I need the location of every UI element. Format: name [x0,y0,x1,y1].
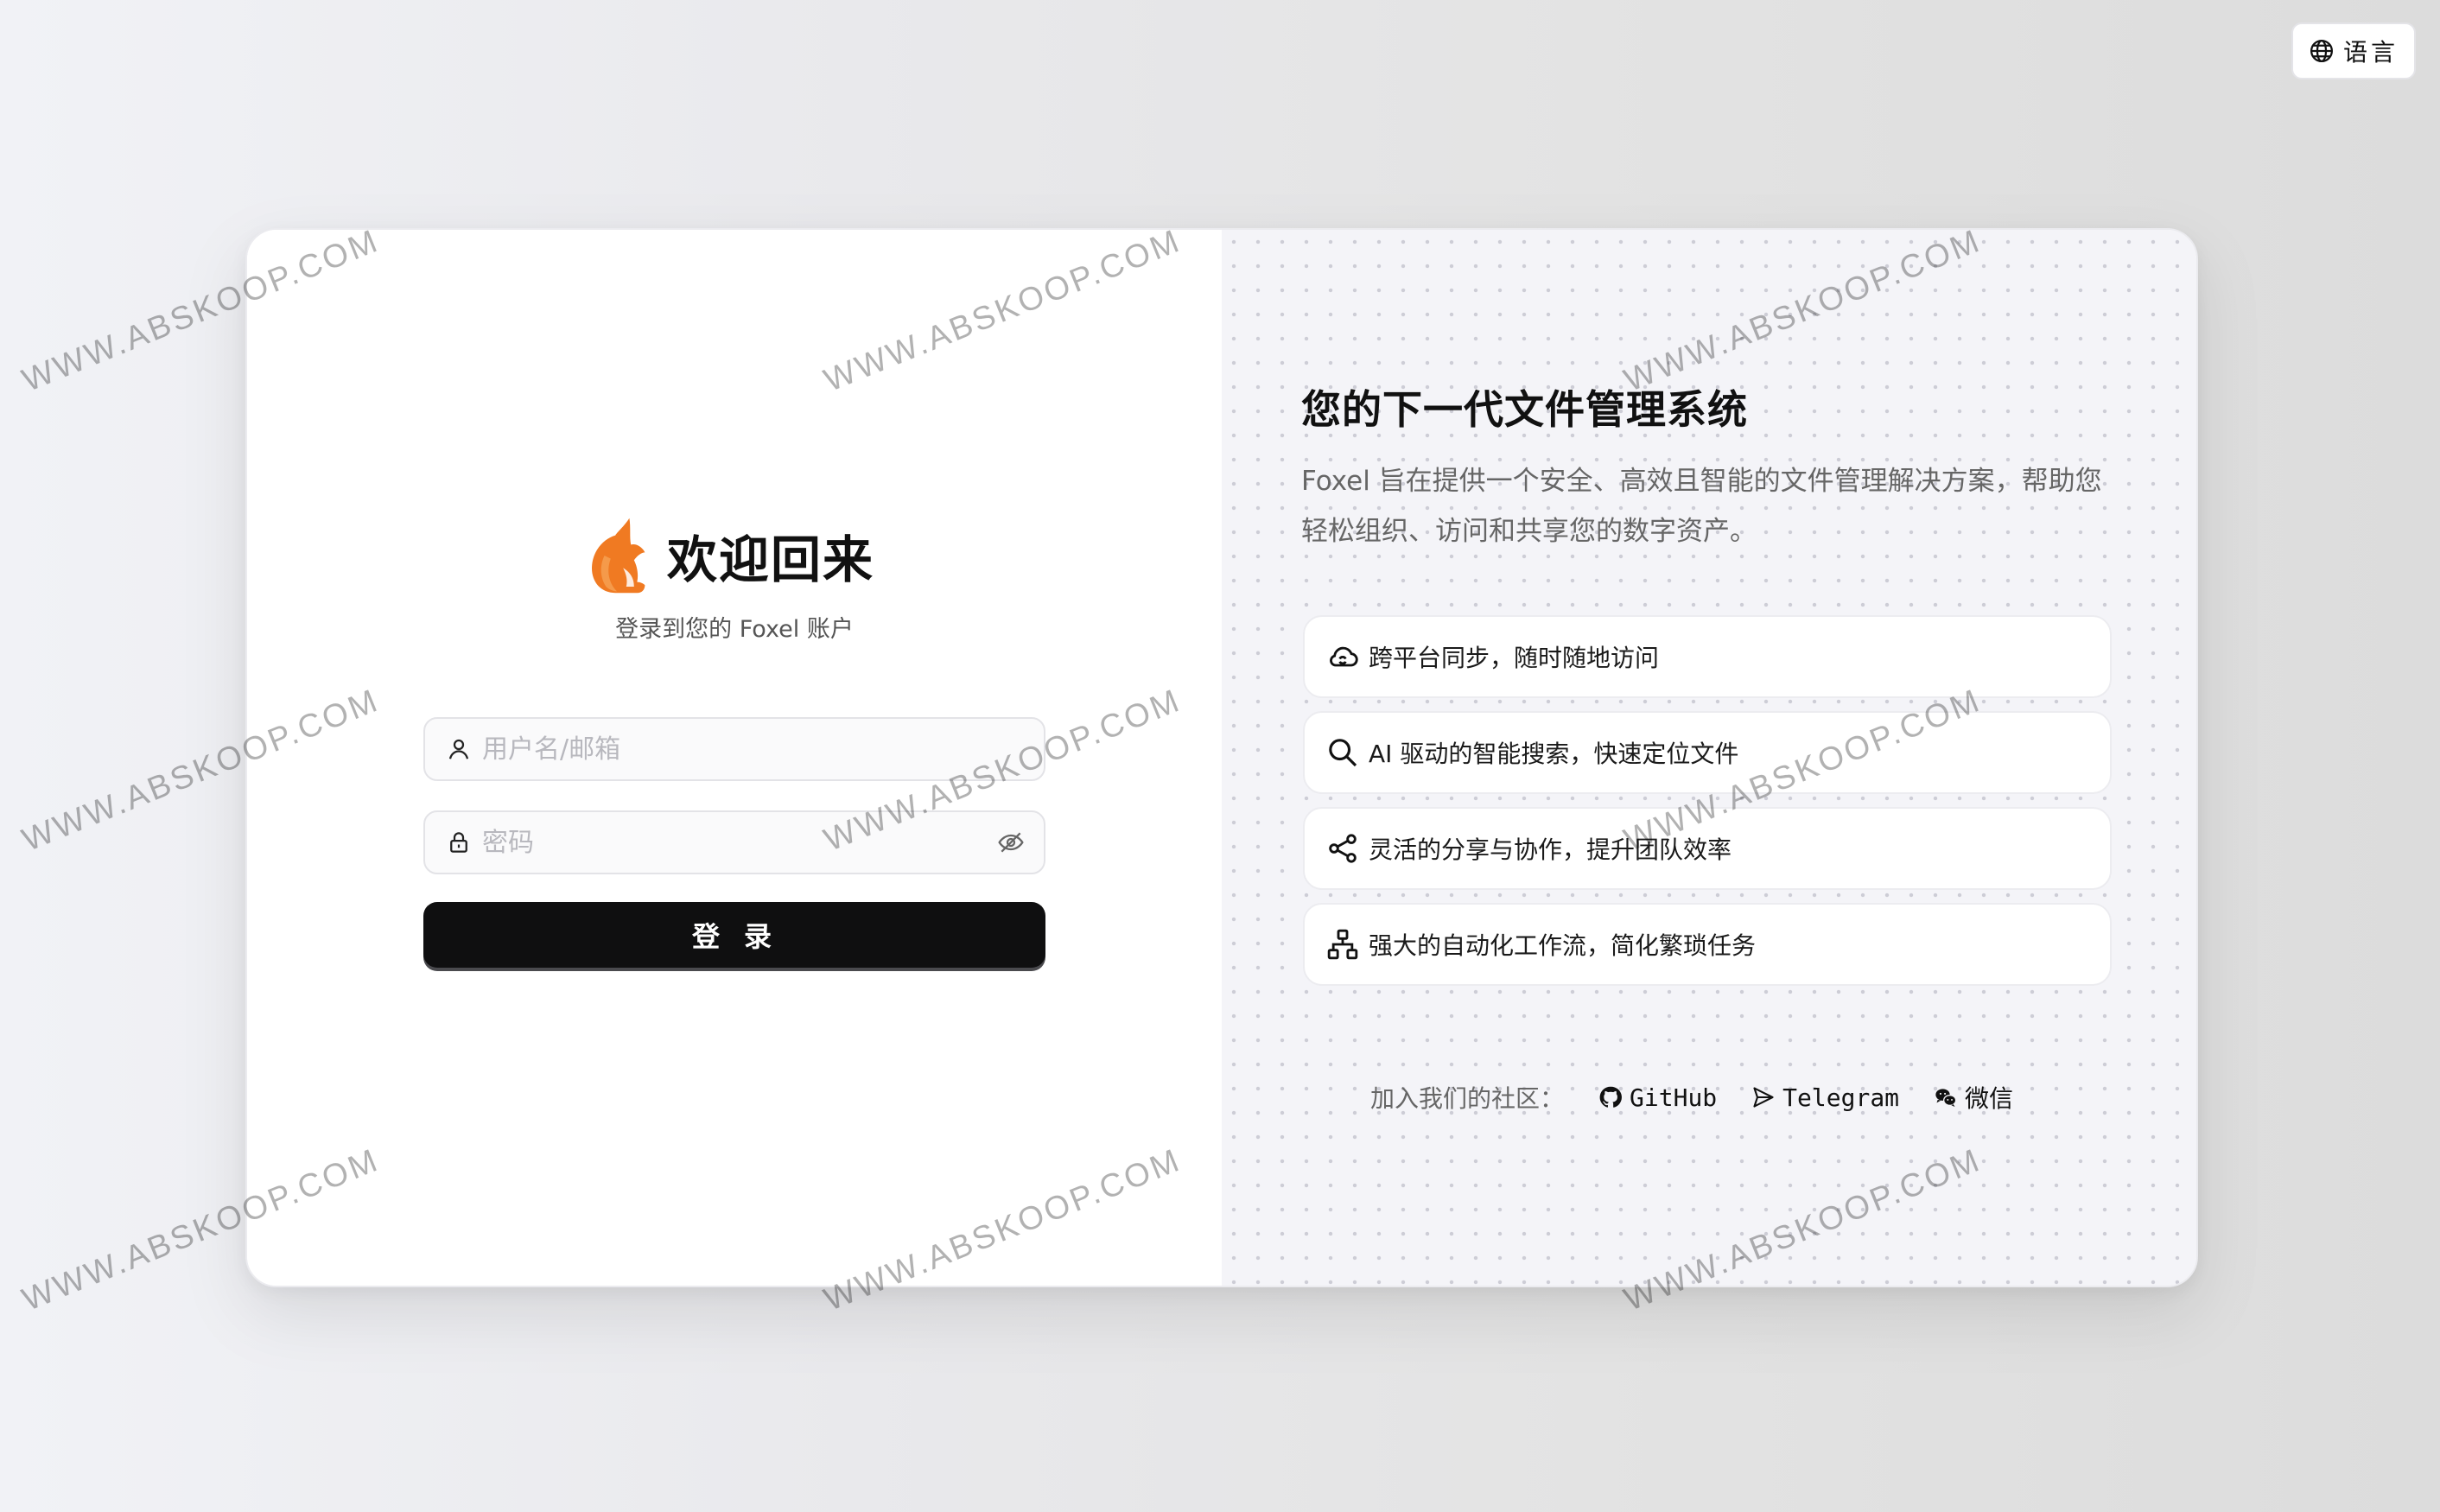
welcome-title: 欢迎回来 [667,530,875,589]
cloud-sync-icon [1330,646,1358,667]
telegram-label: Telegram [1782,1083,1900,1112]
password-input[interactable] [480,826,997,859]
wechat-icon [1935,1089,1957,1108]
feature-item-share: 灵活的分享与协作，提升团队效率 [1303,807,2112,890]
telegram-icon [1753,1087,1774,1108]
globe-icon [2310,40,2333,62]
language-label: 语言 [2342,38,2399,67]
login-panel: 欢迎回来 登录到您的 Foxel 账户 登录 [247,230,1222,1286]
community-label: 加入我们的社区： [1370,1084,1565,1113]
search-icon [1329,739,1357,767]
fox-logo-icon [592,518,645,594]
github-link[interactable]: GitHub [1598,1083,1717,1112]
feature-item-sync: 跨平台同步，随时随地访问 [1303,615,2112,698]
community-links: 加入我们的社区： GitHub Telegram 微信 [1370,1080,2013,1115]
github-label: GitHub [1630,1083,1718,1112]
welcome-subtitle: 登录到您的 Foxel 账户 [615,616,854,643]
share-icon [1329,834,1357,863]
workflow-icon [1327,929,1358,960]
promo-description: Foxel 旨在提供一个安全、高效且智能的文件管理解决方案，帮助您轻松组织、访问… [1301,466,2102,547]
username-field[interactable] [423,717,1045,781]
brand-header: 欢迎回来 [586,515,874,596]
feature-item-search: AI 驱动的智能搜索，快速定位文件 [1303,711,2112,794]
feature-label: 跨平台同步，随时随地访问 [1369,644,1660,672]
telegram-link[interactable]: Telegram [1751,1083,1899,1112]
github-icon [1599,1086,1622,1108]
promo-title: 您的下一代文件管理系统 [1301,386,1748,433]
user-icon [448,739,469,759]
login-button[interactable]: 登录 [423,902,1045,968]
language-button[interactable]: 语言 [2291,22,2416,79]
username-input[interactable] [480,733,1025,766]
lock-icon [450,832,467,853]
wechat-label: 微信 [1965,1084,2014,1113]
feature-label: AI 驱动的智能搜索，快速定位文件 [1369,740,1739,768]
feature-item-workflow: 强大的自动化工作流，简化繁琐任务 [1303,903,2112,986]
feature-label: 灵活的分享与协作，提升团队效率 [1369,835,1732,864]
wechat-link[interactable]: 微信 [1934,1080,2013,1115]
feature-label: 强大的自动化工作流，简化繁琐任务 [1369,931,1757,960]
eye-off-icon[interactable] [997,829,1025,856]
password-field[interactable] [423,810,1045,874]
